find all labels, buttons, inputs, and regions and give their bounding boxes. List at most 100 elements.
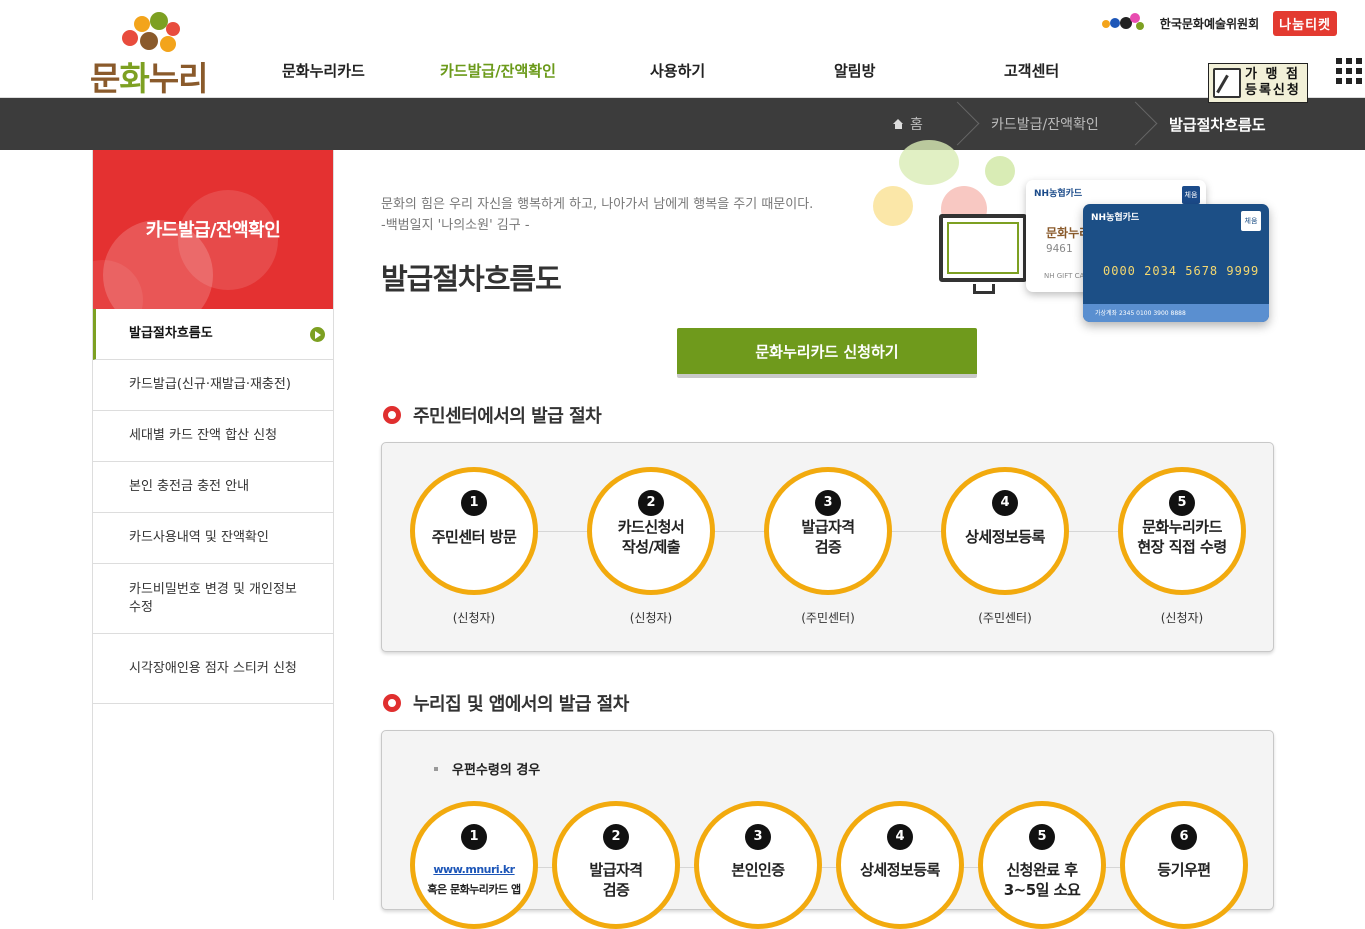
ring-bullet-icon [383, 694, 401, 712]
sidebar-item-label: 세대별 카드 잔액 합산 신청 [129, 428, 278, 443]
flow-step: 2 카드신청서작성/제출 (신청자) [587, 467, 715, 626]
step-label: 발급자격 [589, 861, 643, 879]
flow-step: 1 주민센터 방문 (신청자) [410, 467, 538, 626]
sidebar-item-card-issue[interactable]: 카드발급(신규·재발급·재충전) [93, 360, 333, 411]
step-label: 카드신청서 [617, 518, 685, 536]
nav-usage[interactable]: 사용하기 [650, 60, 705, 81]
sidebar-item-self-charge[interactable]: 본인 충전금 충전 안내 [93, 462, 333, 513]
page-title: 발급절차흐름도 [381, 262, 562, 296]
quote: 문화의 힘은 우리 자신을 행복하게 하고, 나아가서 남에게 행복을 주기 때… [381, 194, 813, 236]
sidebar-item-issue-flow[interactable]: 발급절차흐름도 [93, 309, 333, 360]
step-number: 2 [638, 490, 664, 516]
step-label: 문화누리카드 [1142, 518, 1222, 536]
section-title-community-center: 주민센터에서의 발급 절차 [383, 402, 602, 428]
sidebar-title: 카드발급/잔액확인 [145, 220, 281, 241]
step-label: 상세정보등록 [860, 861, 940, 879]
sidebar-item-household-balance[interactable]: 세대별 카드 잔액 합산 신청 [93, 411, 333, 462]
breadcrumb-separator [1128, 98, 1158, 150]
sidebar-item-password-change[interactable]: 카드비밀번호 변경 및 개인정보수정 [93, 564, 333, 634]
nav-customer-center[interactable]: 고객센터 [1004, 60, 1059, 81]
breadcrumb-separator [950, 98, 980, 150]
step-label: 작성/제출 [621, 538, 681, 556]
step-label: 본인인증 [731, 861, 785, 879]
step-actor: (주민센터) [978, 611, 1032, 625]
mnuri-website-link[interactable]: www.mnuri.kr [433, 863, 515, 876]
sidebar-item-usage-history[interactable]: 카드사용내역 및 잔액확인 [93, 513, 333, 564]
step-label: 신청완료 후 [1006, 861, 1078, 879]
home-icon [893, 119, 904, 129]
merchant-register-button[interactable]: 가 맹 점 등록신청 [1208, 63, 1308, 103]
arko-logo-icon [1101, 13, 1152, 33]
step-label: 혹은 문화누리카드 앱 [427, 883, 521, 896]
step-label: 주민센터 방문 [431, 528, 517, 546]
breadcrumb-current[interactable]: 발급절차흐름도 [1169, 98, 1266, 150]
step-number: 5 [1029, 824, 1055, 850]
step-number: 2 [603, 824, 629, 850]
square-bullet-icon [434, 766, 438, 771]
step-number: 5 [1169, 490, 1195, 516]
step-number: 3 [815, 490, 841, 516]
step-number: 1 [461, 824, 487, 850]
step-label: 등기우편 [1157, 861, 1211, 879]
logo-emblem-icon [112, 12, 192, 54]
nanum-ticket-link[interactable]: 나눔티켓 [1273, 10, 1337, 36]
nav-notice[interactable]: 알림방 [834, 60, 875, 81]
flow-step: 6 등기우편 [1120, 801, 1248, 929]
step-label: 발급자격 [801, 518, 855, 536]
step-label: 현장 직접 수령 [1137, 538, 1227, 556]
quote-source: -백범일지 '나의소원' 김구 - [381, 218, 530, 233]
nav-card-issue[interactable]: 카드발급/잔액확인 [440, 60, 556, 81]
merchant-line1: 가 맹 점 [1245, 67, 1300, 82]
step-number: 1 [461, 490, 487, 516]
step-number: 4 [992, 490, 1018, 516]
step-number: 3 [745, 824, 771, 850]
sidebar-item-label: 카드사용내역 및 잔액확인 [129, 530, 269, 545]
flow-panel-community-center: 1 주민센터 방문 (신청자) 2 카드신청서작성/제출 (신청자) 3 발급자… [381, 442, 1274, 652]
ring-bullet-icon [383, 406, 401, 424]
merchant-line2: 등록신청 [1245, 83, 1301, 98]
apply-card-button[interactable]: 문화누리카드 신청하기 [677, 328, 977, 378]
sidebar: 카드발급/잔액확인 발급절차흐름도 카드발급(신규·재발급·재충전) 세대별 카… [92, 150, 334, 900]
sidebar-header: 카드발급/잔액확인 [93, 150, 333, 309]
sidebar-item-label: 시각장애인용 점자 스티커 신청 [129, 660, 297, 676]
monitor-icon [939, 214, 1027, 294]
flow-step: 4 상세정보등록 [836, 801, 964, 929]
sidebar-item-label: 발급절차흐름도 [129, 326, 213, 341]
step-label: 상세정보등록 [965, 528, 1045, 546]
step-actor: (신청자) [452, 611, 496, 625]
section-title-online: 누리집 및 앱에서의 발급 절차 [383, 690, 629, 716]
location-bar: 홈 카드발급/잔액확인 발급절차흐름도 [0, 98, 1365, 150]
card-illustration: NH농협카드 체움 문화누리 9461 NH GIFT CA NH농협카드 체움… [869, 140, 1269, 330]
flow-step: 3 본인인증 [694, 801, 822, 929]
nav-culture-card[interactable]: 문화누리카드 [282, 60, 365, 81]
sidebar-item-label: 카드발급(신규·재발급·재충전) [129, 377, 291, 392]
flow-step: 1 www.mnuri.kr 혹은 문화누리카드 앱 [410, 801, 538, 929]
sidebar-item-braille-sticker[interactable]: 시각장애인용 점자 스티커 신청 [93, 634, 333, 704]
flow-step: 5 문화누리카드현장 직접 수령 (신청자) [1118, 467, 1246, 626]
step-label: 검증 [814, 538, 842, 556]
site-logo[interactable]: 문화누리 [90, 12, 212, 98]
sidebar-item-label: 카드비밀번호 변경 및 개인정보수정 [129, 581, 297, 615]
arrow-right-circle-icon [310, 327, 325, 342]
arko-link[interactable]: 한국문화예술위원회 [1160, 15, 1259, 32]
sidebar-menu: 발급절차흐름도 카드발급(신규·재발급·재충전) 세대별 카드 잔액 합산 신청… [93, 309, 333, 704]
quote-text: 문화의 힘은 우리 자신을 행복하게 하고, 나아가서 남에게 행복을 주기 때… [381, 197, 814, 212]
logo-wordmark: 문화누리 [90, 59, 208, 98]
flow-panel-online: 우편수령의 경우 1 www.mnuri.kr 혹은 문화누리카드 앱 2 발급자… [381, 730, 1274, 929]
breadcrumb-level1[interactable]: 카드발급/잔액확인 [991, 98, 1099, 150]
subsection-title: 우편수령의 경우 [434, 759, 540, 778]
sidebar-item-label: 본인 충전금 충전 안내 [129, 479, 250, 494]
pen-document-icon [1213, 68, 1241, 98]
step-actor: (신청자) [629, 611, 673, 625]
all-menu-icon[interactable] [1336, 58, 1362, 84]
flow-step: 2 발급자격검증 [552, 801, 680, 929]
step-number: 4 [887, 824, 913, 850]
step-actor: (신청자) [1160, 611, 1204, 625]
step-label: 검증 [602, 881, 630, 899]
step-actor: (주민센터) [801, 611, 855, 625]
main-content: 문화의 힘은 우리 자신을 행복하게 하고, 나아가서 남에게 행복을 주기 때… [334, 140, 1365, 929]
flow-step: 5 신청완료 후 3~5일 소요 [978, 801, 1106, 929]
flow-step: 3 발급자격검증 (주민센터) [764, 467, 892, 626]
step-number: 6 [1171, 824, 1197, 850]
step-label: 3~5일 소요 [1003, 881, 1081, 899]
